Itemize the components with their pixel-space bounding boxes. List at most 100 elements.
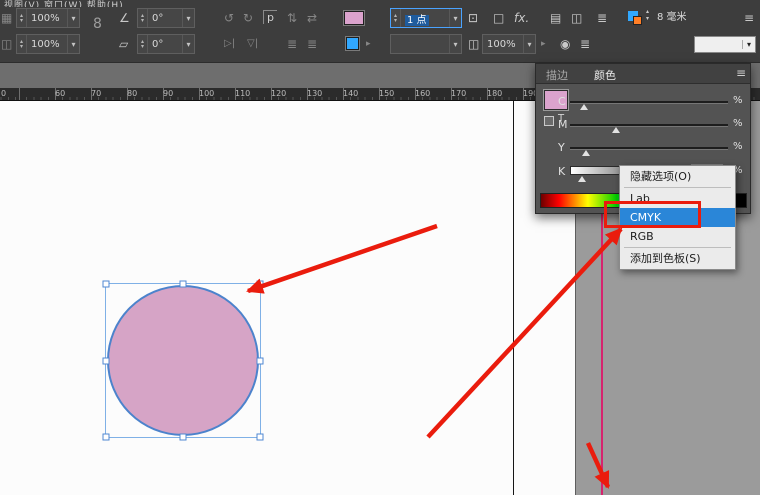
cut-icon: ▦ xyxy=(1,8,12,28)
drop-shadow-icon[interactable]: ◉ xyxy=(560,34,570,54)
style-preset-combo[interactable]: ▾ xyxy=(694,36,756,53)
dropdown-icon[interactable]: ▾ xyxy=(182,9,194,27)
channel-label: M xyxy=(558,118,568,131)
selection-handle[interactable] xyxy=(257,357,264,364)
menu-separator xyxy=(624,247,731,248)
shear-combo[interactable]: ▴▾ 0° ▾ xyxy=(137,34,195,54)
selection-handle[interactable] xyxy=(257,434,264,441)
panel-menu-icon[interactable]: ≡ xyxy=(736,66,746,80)
ruler-tick-label: 0 xyxy=(1,89,6,98)
flip-horizontal-icon[interactable]: ▷| xyxy=(224,34,235,54)
stroke-weight-combo[interactable]: ▴▾ 1 点 ▾ xyxy=(390,8,462,28)
style-preset-preview xyxy=(699,40,738,49)
tab-stroke[interactable]: 描边 xyxy=(546,67,568,83)
ruler-tick-label: 140 xyxy=(343,89,358,98)
expand-arrow-icon[interactable]: ▸ xyxy=(541,34,546,54)
rotation-combo[interactable]: ▴▾ 0° ▾ xyxy=(137,8,195,28)
stroke-weight-value[interactable]: 1 点 xyxy=(401,11,449,26)
dropdown-icon[interactable]: ▾ xyxy=(67,35,79,53)
shear-value[interactable]: 0° xyxy=(148,39,182,50)
slider-marker[interactable] xyxy=(582,150,590,156)
cmyk-highlight-box xyxy=(604,201,701,228)
dropdown-icon[interactable]: ▾ xyxy=(182,35,194,53)
effects-target-icon[interactable]: ◫ xyxy=(468,34,479,54)
channel-slider[interactable] xyxy=(570,101,728,104)
text-wrap-none-icon[interactable]: ▤ xyxy=(550,8,561,28)
page-edge-line xyxy=(513,101,514,495)
wrap-options-icon[interactable]: ≣ xyxy=(597,8,607,28)
channel-label: K xyxy=(558,165,565,178)
align-icon[interactable]: ≣ xyxy=(307,34,317,54)
stepper-icon[interactable]: ▴▾ xyxy=(17,9,27,27)
control-panel-menu-icon[interactable]: ≡ xyxy=(744,8,754,28)
ruler-tick-label: 100 xyxy=(199,89,214,98)
stroke-style-combo[interactable]: ▾ xyxy=(390,34,462,54)
control-toolbar: 视图(V) 窗口(W) 帮助(H) ▦ ▴▾ 100% ▾ 8 ∠ ▴▾ 0° … xyxy=(0,0,760,62)
opacity-combo[interactable]: 100% ▾ xyxy=(482,34,536,54)
distribute-horizontal-icon[interactable]: ⇄ xyxy=(307,8,317,28)
ellipse-shape[interactable] xyxy=(107,285,259,436)
menu-item-rgb[interactable]: RGB xyxy=(620,227,735,246)
ruler-tick-label: 80 xyxy=(127,89,137,98)
fill-color-swatch[interactable] xyxy=(344,11,364,25)
selection-handle[interactable] xyxy=(180,434,187,441)
selection-handle[interactable] xyxy=(180,281,187,288)
distribute-vertical-icon[interactable]: ⇅ xyxy=(287,8,297,28)
flip-vertical-icon[interactable]: ▽| xyxy=(247,34,258,54)
channel-slider[interactable] xyxy=(570,124,728,127)
rotation-value[interactable]: 0° xyxy=(148,13,182,24)
corner-size-value[interactable]: 8 毫米 xyxy=(657,8,687,28)
stepper-icon[interactable]: ▴▾ xyxy=(17,35,27,53)
stepper-icon[interactable]: ▴▾ xyxy=(646,8,654,28)
corner-options-icon[interactable]: ⊡ xyxy=(468,8,478,28)
selection-handle[interactable] xyxy=(103,357,110,364)
fill-proxy-icon[interactable] xyxy=(544,116,554,126)
slider-marker[interactable] xyxy=(612,127,620,133)
rotate-cw-icon[interactable]: ↻ xyxy=(243,8,253,28)
shear-icon: ▱ xyxy=(119,34,128,54)
scale-y-value[interactable]: 100% xyxy=(27,39,67,50)
stepper-icon[interactable]: ▴▾ xyxy=(138,9,148,27)
dropdown-icon[interactable]: ▾ xyxy=(449,9,461,27)
ruler-tick-label: 120 xyxy=(271,89,286,98)
constrain-link-icon[interactable]: 8 xyxy=(93,14,102,34)
menu-item-add-to-swatches[interactable]: 添加到色板(S) xyxy=(620,249,735,268)
ruler-tick-label: 170 xyxy=(451,89,466,98)
selection-bounding-box[interactable] xyxy=(105,283,261,438)
ruler-tick-label: 150 xyxy=(379,89,394,98)
stroke-color-swatch[interactable] xyxy=(346,37,359,50)
selection-handle[interactable] xyxy=(103,281,110,288)
dropdown-icon[interactable]: ▾ xyxy=(523,35,535,53)
frame-icon[interactable]: □ xyxy=(493,8,504,28)
corner-shape-icon[interactable] xyxy=(628,11,642,25)
text-wrap-bound-icon[interactable]: ◫ xyxy=(571,8,582,28)
slider-marker[interactable] xyxy=(578,176,586,182)
menu-separator xyxy=(624,187,731,188)
scale-y-combo[interactable]: ▴▾ 100% ▾ xyxy=(16,34,80,54)
ruler-tick-label: 130 xyxy=(307,89,322,98)
rotate-ccw-icon[interactable]: ↺ xyxy=(224,8,234,28)
application-window: 视图(V) 窗口(W) 帮助(H) ▦ ▴▾ 100% ▾ 8 ∠ ▴▾ 0° … xyxy=(0,0,760,495)
channel-label: C xyxy=(558,95,566,108)
ruler-tick-label: 110 xyxy=(235,89,250,98)
menu-item-hide-options[interactable]: 隐藏选项(O) xyxy=(620,167,735,186)
slider-marker[interactable] xyxy=(580,104,588,110)
selection-handle[interactable] xyxy=(257,281,264,288)
color-panel-header: 描边 颜色 ≡ xyxy=(536,64,750,84)
align-icon[interactable]: ≣ xyxy=(287,34,297,54)
stepper-icon[interactable]: ▴▾ xyxy=(391,9,401,27)
stepper-icon[interactable]: ▴▾ xyxy=(138,35,148,53)
selection-handle[interactable] xyxy=(103,434,110,441)
list-options-icon[interactable]: ≣ xyxy=(580,34,590,54)
tab-color[interactable]: 颜色 xyxy=(594,67,616,83)
channel-slider[interactable] xyxy=(570,147,728,150)
opacity-value[interactable]: 100% xyxy=(483,39,523,50)
dropdown-icon[interactable]: ▾ xyxy=(449,35,461,53)
dropdown-icon[interactable]: ▾ xyxy=(742,40,755,49)
expand-arrow-icon[interactable]: ▸ xyxy=(366,34,371,54)
scale-x-combo[interactable]: ▴▾ 100% ▾ xyxy=(16,8,80,28)
scale-x-value[interactable]: 100% xyxy=(27,13,67,24)
channel-label: Y xyxy=(558,141,565,154)
effects-fx-label[interactable]: fx. xyxy=(514,8,529,28)
dropdown-icon[interactable]: ▾ xyxy=(67,9,79,27)
